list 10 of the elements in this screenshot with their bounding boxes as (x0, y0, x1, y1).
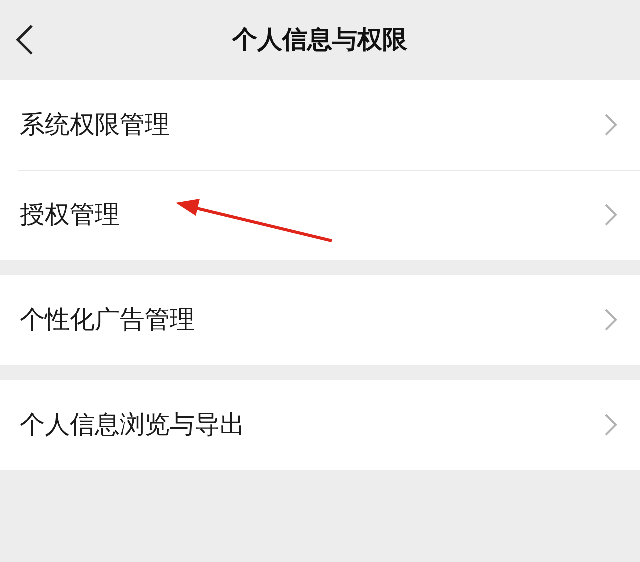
settings-row[interactable]: 授权管理 (0, 170, 640, 260)
chevron-right-icon (604, 308, 618, 332)
chevron-right-icon (604, 203, 618, 227)
settings-row[interactable]: 个人信息浏览与导出 (0, 380, 640, 470)
chevron-right-icon (604, 113, 618, 137)
chevron-right-icon (604, 413, 618, 437)
back-icon[interactable] (14, 24, 36, 56)
settings-row[interactable]: 个性化广告管理 (0, 275, 640, 365)
page-title: 个人信息与权限 (232, 24, 408, 56)
settings-row[interactable]: 系统权限管理 (0, 80, 640, 170)
